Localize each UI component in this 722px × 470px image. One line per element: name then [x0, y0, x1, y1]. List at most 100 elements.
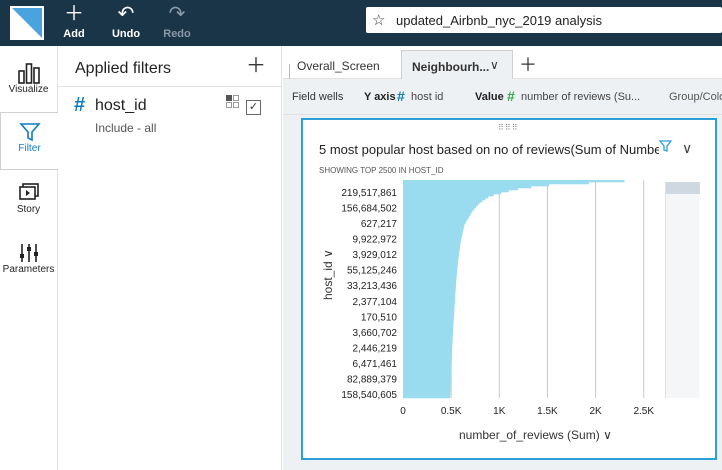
- bar[interactable]: [403, 250, 460, 253]
- x-axis-title[interactable]: number_of_reviews (Sum) ∨: [459, 428, 612, 442]
- tab-overall-screen[interactable]: Overall_Screen: [283, 54, 395, 80]
- bar[interactable]: [403, 210, 473, 213]
- bar[interactable]: [403, 298, 456, 301]
- bar[interactable]: [403, 330, 454, 333]
- bar[interactable]: [403, 304, 455, 307]
- bar[interactable]: [403, 294, 456, 297]
- bar[interactable]: [403, 278, 457, 281]
- analysis-title-field[interactable]: ☆ updated_Airbnb_nyc_2019 analysis: [366, 7, 722, 33]
- add-sheet-button[interactable]: ＋: [519, 51, 541, 76]
- rail-item-visualize[interactable]: Visualize: [0, 54, 57, 112]
- bar[interactable]: [403, 214, 471, 217]
- bar[interactable]: [403, 248, 460, 251]
- bar[interactable]: [403, 238, 462, 241]
- bar[interactable]: [403, 378, 451, 381]
- bar[interactable]: [403, 226, 465, 229]
- bar[interactable]: [403, 390, 451, 393]
- bar[interactable]: [403, 200, 483, 203]
- bar[interactable]: [403, 252, 460, 255]
- bar[interactable]: [403, 280, 457, 283]
- bar[interactable]: [403, 300, 455, 303]
- bar[interactable]: [403, 186, 532, 189]
- bar[interactable]: [403, 198, 486, 201]
- bar[interactable]: [403, 334, 453, 337]
- bar[interactable]: [403, 212, 472, 215]
- bar[interactable]: [403, 344, 453, 347]
- tab-neighbourhood[interactable]: Neighbourh... ∨: [401, 50, 513, 80]
- bar[interactable]: [403, 372, 452, 375]
- bar[interactable]: [403, 188, 519, 191]
- rail-item-story[interactable]: Story: [0, 174, 57, 232]
- bar[interactable]: [403, 224, 465, 227]
- bar[interactable]: [403, 360, 452, 363]
- bar[interactable]: [403, 240, 461, 243]
- bar[interactable]: [403, 256, 459, 259]
- bar[interactable]: [403, 220, 467, 223]
- bar[interactable]: [403, 282, 457, 285]
- add-button[interactable]: ＋ Add: [52, 4, 96, 42]
- bar[interactable]: [403, 284, 456, 287]
- bar[interactable]: [403, 368, 452, 371]
- bar[interactable]: [403, 342, 453, 345]
- chart-scrollbar[interactable]: [665, 182, 700, 398]
- visual-card[interactable]: ⠿⠿⠿ 5 most popular host based on no of r…: [301, 118, 717, 460]
- bar[interactable]: [403, 356, 452, 359]
- bar[interactable]: [403, 324, 454, 327]
- bar[interactable]: [403, 236, 462, 239]
- bar[interactable]: [403, 302, 455, 305]
- bar[interactable]: [403, 276, 457, 279]
- bar[interactable]: [403, 194, 494, 197]
- bar[interactable]: [403, 318, 454, 321]
- bar[interactable]: [403, 322, 454, 325]
- bar[interactable]: [403, 326, 454, 329]
- bar[interactable]: [403, 336, 453, 339]
- bar[interactable]: [403, 268, 458, 271]
- filter-enable-checkbox[interactable]: ✓: [246, 100, 261, 115]
- bar[interactable]: [403, 254, 459, 257]
- bar[interactable]: [403, 266, 458, 269]
- field-wells[interactable]: Field wells Y axis # host id Value # num…: [283, 79, 722, 115]
- bar[interactable]: [403, 332, 453, 335]
- bar[interactable]: [403, 190, 509, 193]
- bar[interactable]: [403, 208, 475, 211]
- bar[interactable]: [403, 340, 453, 343]
- bar[interactable]: [403, 264, 458, 267]
- bar[interactable]: [403, 202, 480, 205]
- undo-button[interactable]: ↶ Undo: [104, 4, 148, 42]
- bar[interactable]: [403, 312, 455, 315]
- bar[interactable]: [403, 320, 454, 323]
- bar[interactable]: [403, 396, 451, 399]
- bar[interactable]: [403, 366, 452, 369]
- filter-apply-scope-icon[interactable]: [226, 95, 240, 109]
- bar[interactable]: [403, 296, 456, 299]
- bar[interactable]: [403, 196, 489, 199]
- bar[interactable]: [403, 258, 459, 261]
- bar[interactable]: [403, 352, 452, 355]
- bar[interactable]: [403, 308, 455, 311]
- bar[interactable]: [403, 286, 456, 289]
- bar[interactable]: [403, 388, 451, 391]
- app-logo[interactable]: [10, 6, 44, 40]
- bar[interactable]: [403, 362, 452, 365]
- bar[interactable]: [403, 384, 451, 387]
- bar[interactable]: [403, 290, 456, 293]
- bar-chart[interactable]: 219,517,861 156,684,502 627,217 9,922,972 3,…: [303, 120, 715, 458]
- bar[interactable]: [403, 262, 458, 265]
- bar[interactable]: [403, 182, 589, 185]
- bar[interactable]: [403, 382, 451, 385]
- bar[interactable]: [403, 374, 452, 377]
- bar[interactable]: [403, 348, 453, 351]
- bar[interactable]: [403, 234, 463, 237]
- bar[interactable]: [403, 192, 502, 195]
- bar[interactable]: [403, 392, 451, 395]
- bar[interactable]: [403, 244, 461, 247]
- chart-bars[interactable]: [403, 180, 625, 399]
- bar[interactable]: [403, 246, 461, 249]
- bar[interactable]: [403, 386, 451, 389]
- bar[interactable]: [403, 180, 625, 183]
- bar[interactable]: [403, 306, 455, 309]
- bar[interactable]: [403, 346, 453, 349]
- bar[interactable]: [403, 358, 452, 361]
- bar[interactable]: [403, 242, 461, 245]
- bar[interactable]: [403, 338, 453, 341]
